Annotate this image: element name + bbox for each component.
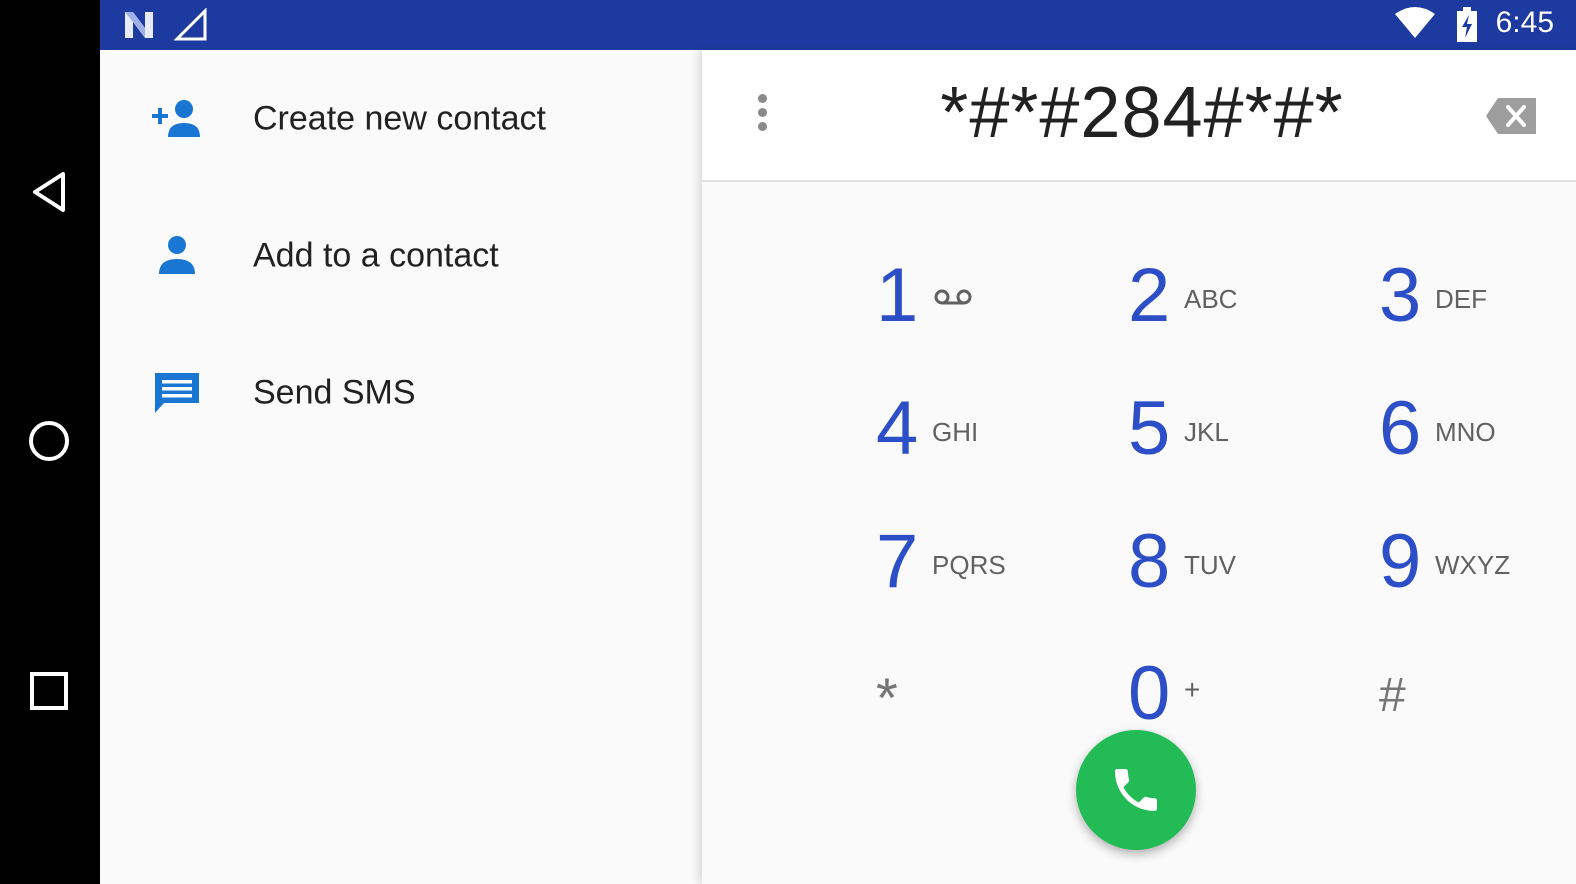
home-button[interactable] — [20, 412, 78, 470]
dial-key-1[interactable]: 1 — [876, 246, 1116, 356]
dial-key-star[interactable]: * — [876, 648, 1116, 758]
key-digit: 9 — [1379, 519, 1422, 604]
digits-bar: *#*#284#*#* — [702, 50, 1576, 182]
battery-charging-icon — [1456, 7, 1478, 48]
person-icon — [159, 235, 195, 274]
back-button[interactable] — [20, 163, 78, 221]
key-digit: 3 — [1379, 253, 1422, 338]
wifi-icon — [1394, 6, 1436, 45]
key-digit: 5 — [1128, 386, 1171, 471]
backspace-icon — [1486, 98, 1536, 134]
key-digit: 1 — [876, 253, 919, 338]
home-icon — [29, 421, 69, 461]
overflow-dot — [757, 108, 767, 117]
recents-button[interactable] — [20, 662, 78, 720]
clock: 6:45 — [1495, 6, 1554, 39]
dialpad-panel: *#*#284#*#* 1 2 ABC 3 DEF 4 GHI 5 JKL 6 — [702, 50, 1576, 884]
dialed-digits[interactable]: *#*#284#*#* — [822, 72, 1462, 154]
key-digit: 4 — [876, 386, 919, 471]
signal-icon — [173, 7, 208, 47]
create-new-contact-action[interactable]: Create new contact — [100, 50, 702, 187]
key-letters: + — [1184, 674, 1201, 705]
call-button[interactable] — [1076, 730, 1196, 850]
create-new-contact-label: Create new contact — [253, 99, 546, 137]
actions-panel: Create new contact Add to a contact Send… — [100, 50, 702, 884]
key-letters: WXYZ — [1435, 550, 1511, 580]
voicemail-icon — [934, 289, 972, 305]
key-digit: 0 — [1128, 651, 1171, 736]
backspace-button[interactable] — [1484, 96, 1538, 141]
key-digit: 8 — [1128, 519, 1171, 604]
overflow-dot — [757, 94, 767, 103]
key-digit: 6 — [1379, 386, 1422, 471]
overflow-dot — [757, 122, 767, 131]
send-sms-action[interactable]: Send SMS — [100, 324, 702, 461]
back-icon — [33, 172, 65, 212]
key-letters: PQRS — [932, 550, 1006, 580]
dial-key-9[interactable]: 9 WXYZ — [1379, 512, 1576, 622]
key-symbol: # — [1379, 669, 1406, 722]
dial-key-7[interactable]: 7 PQRS — [876, 512, 1116, 622]
recents-icon — [30, 672, 68, 710]
key-letters: DEF — [1435, 284, 1487, 314]
key-letters: JKL — [1184, 417, 1229, 447]
key-letters: GHI — [932, 417, 979, 447]
dial-key-hash[interactable]: # — [1379, 646, 1576, 756]
key-symbol: * — [876, 666, 898, 729]
status-bar: 6:45 — [100, 0, 1576, 50]
key-letters: MNO — [1435, 417, 1496, 447]
dial-key-2[interactable]: 2 ABC — [1128, 246, 1368, 356]
add-to-contact-action[interactable]: Add to a contact — [100, 187, 702, 324]
message-icon — [155, 372, 199, 413]
send-sms-label: Send SMS — [253, 373, 416, 411]
dial-key-8[interactable]: 8 TUV — [1128, 512, 1368, 622]
key-letters: TUV — [1184, 550, 1236, 580]
phone-icon — [1115, 769, 1157, 811]
navigation-bar — [0, 0, 100, 884]
key-digit: 2 — [1128, 253, 1171, 338]
key-letters: ABC — [1184, 284, 1238, 314]
dial-key-5[interactable]: 5 JKL — [1128, 379, 1368, 489]
overflow-menu-button[interactable] — [750, 94, 774, 138]
key-digit: 7 — [876, 519, 919, 604]
dial-key-3[interactable]: 3 DEF — [1379, 246, 1576, 356]
add-person-icon — [152, 99, 200, 137]
n-notification-icon — [122, 8, 156, 47]
dial-key-4[interactable]: 4 GHI — [876, 379, 1116, 489]
dial-key-6[interactable]: 6 MNO — [1379, 379, 1576, 489]
add-to-contact-label: Add to a contact — [253, 236, 499, 274]
